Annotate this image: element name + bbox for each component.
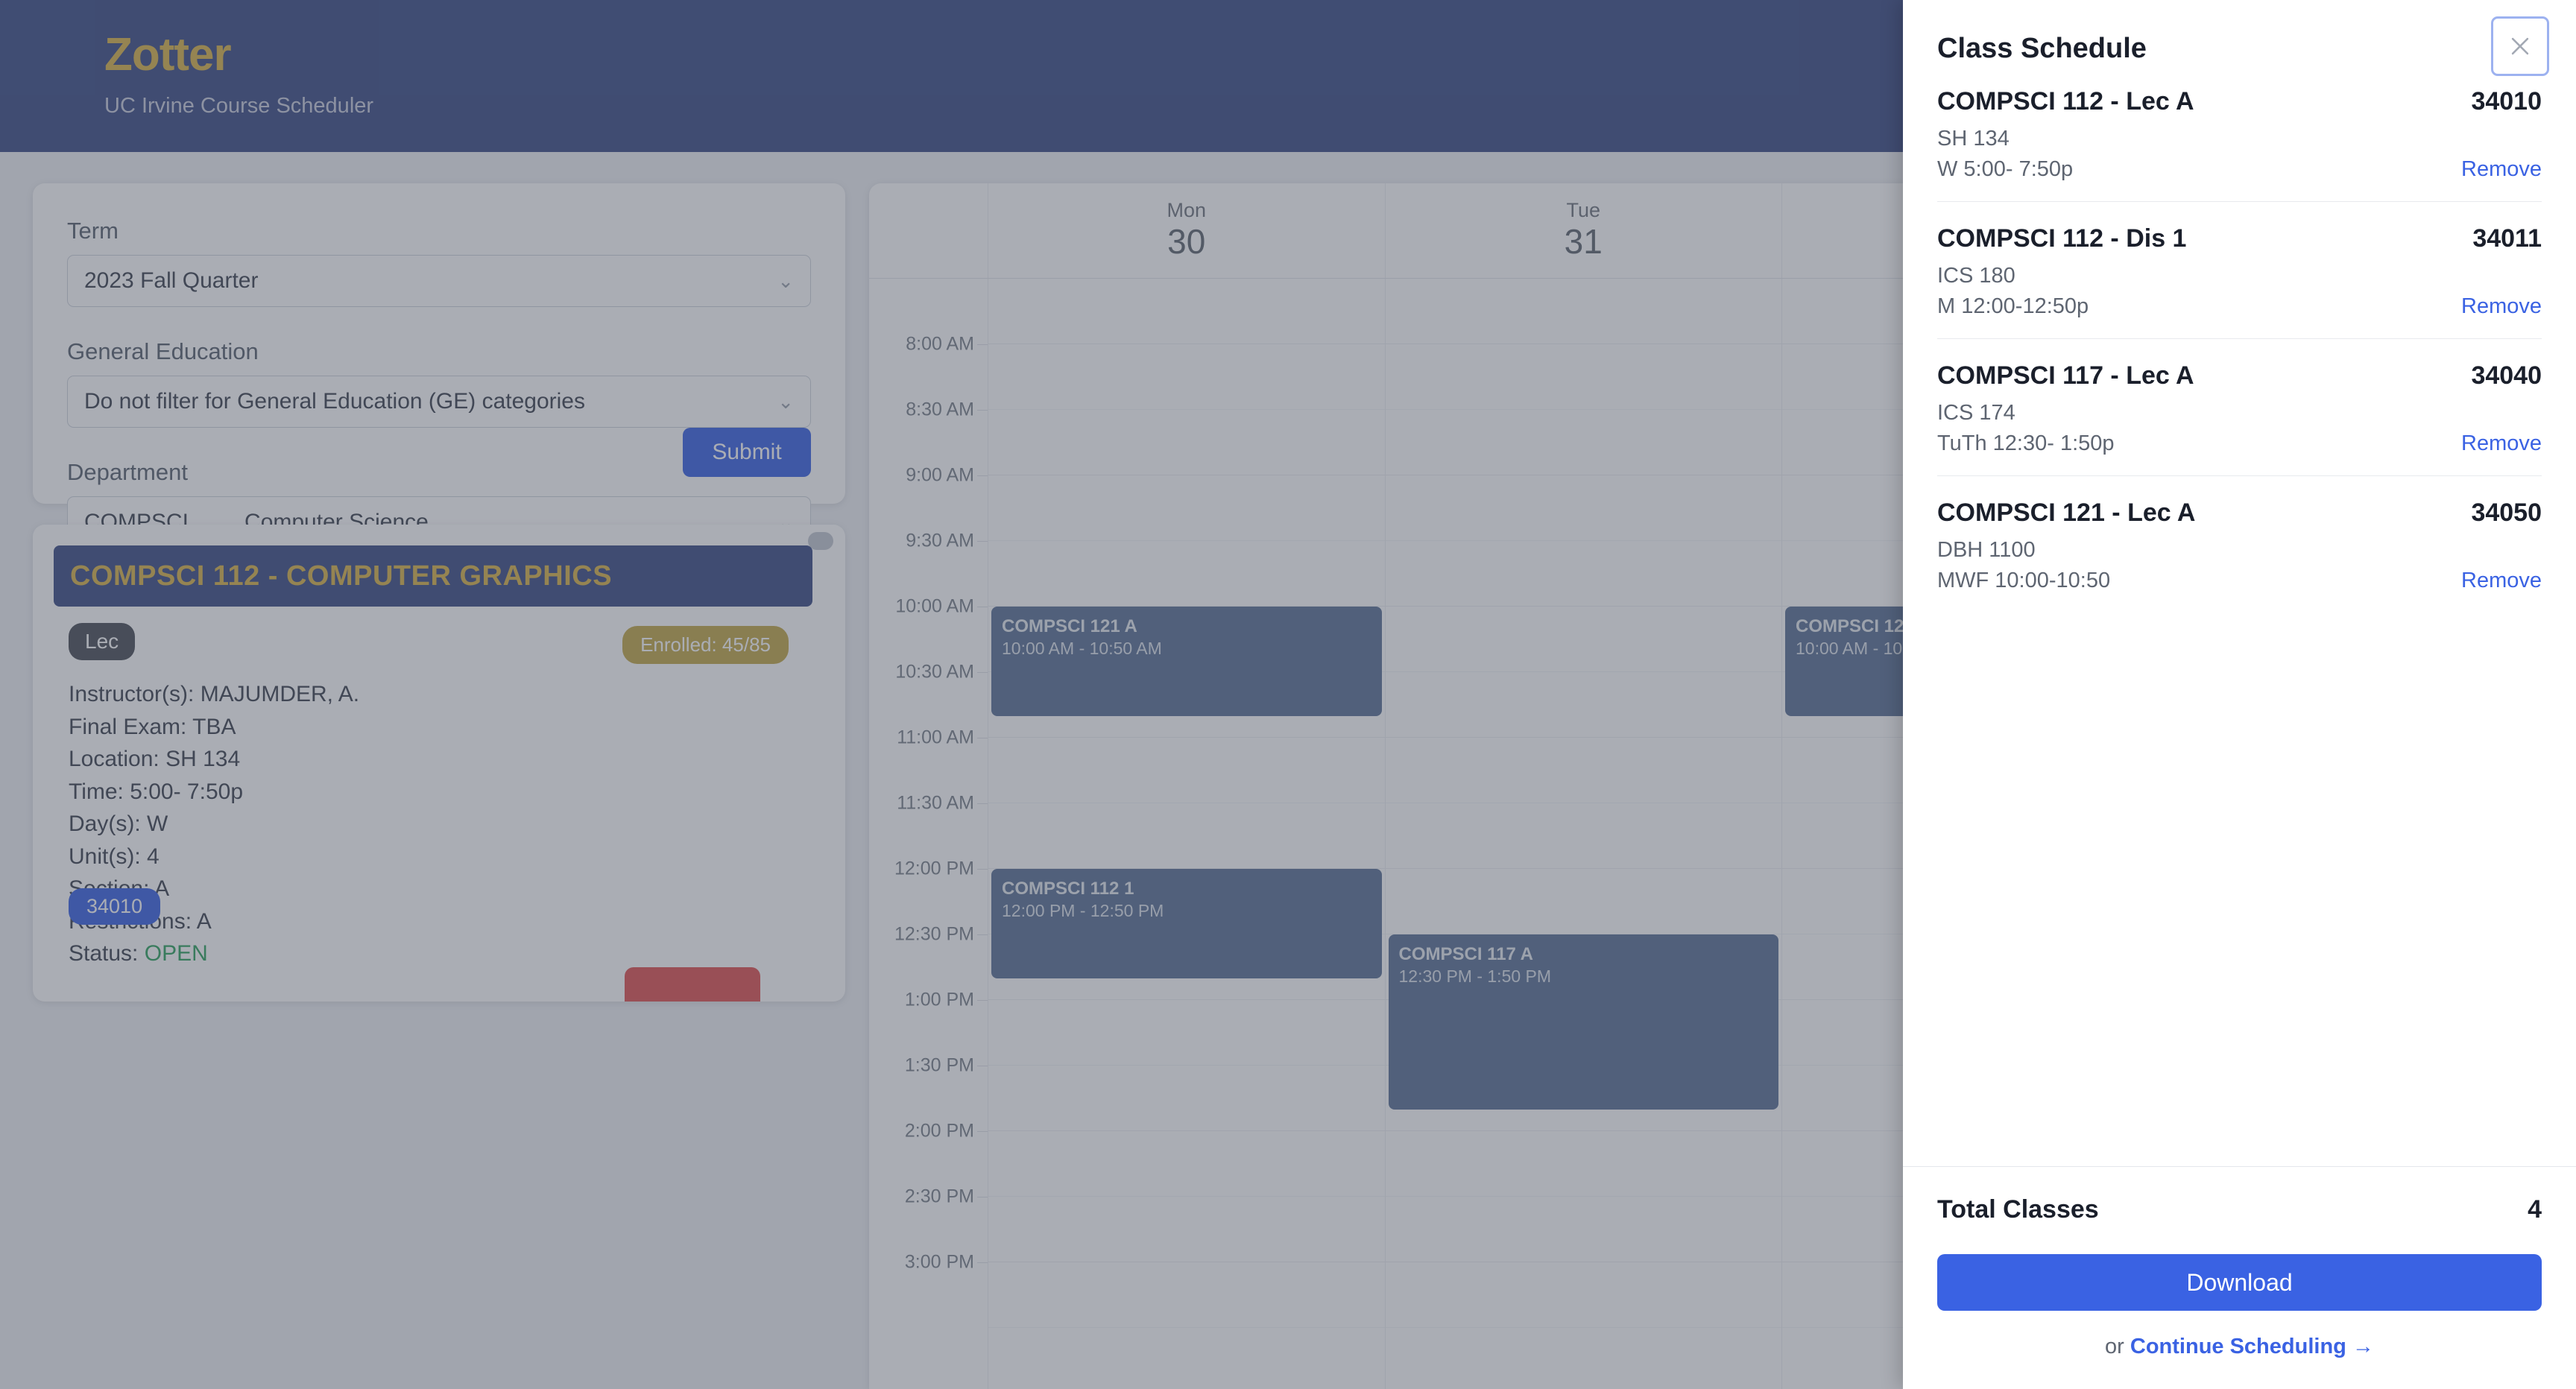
class-item-code: 34050 xyxy=(2471,499,2542,527)
class-item-location: SH 134 xyxy=(1937,127,2010,151)
class-item-name: COMPSCI 121 - Lec A xyxy=(1937,499,2196,527)
class-item-header: COMPSCI 117 - Lec A 34040 xyxy=(1937,361,2542,390)
download-button[interactable]: Download xyxy=(1937,1254,2542,1311)
class-list-item: COMPSCI 112 - Lec A 34010 SH 134 W 5:00- 7:… xyxy=(1937,65,2542,202)
class-item-time: M 12:00-12:50p xyxy=(1937,294,2089,318)
class-item-name: COMPSCI 112 - Lec A xyxy=(1937,87,2194,116)
class-item-footer: M 12:00-12:50p Remove xyxy=(1937,294,2542,319)
class-item-footer: W 5:00- 7:50p Remove xyxy=(1937,157,2542,182)
class-item-location: ICS 180 xyxy=(1937,264,2015,288)
panel-footer: Total Classes 4 Download or Continue Sch… xyxy=(1903,1166,2576,1389)
class-list-item: COMPSCI 121 - Lec A 34050 DBH 1100 MWF 10:0… xyxy=(1937,476,2542,613)
class-item-remove-link[interactable]: Remove xyxy=(2461,431,2542,456)
continue-prefix: or xyxy=(2105,1335,2130,1358)
class-list-item: COMPSCI 117 - Lec A 34040 ICS 174 TuTh 12:3… xyxy=(1937,339,2542,476)
class-item-location: ICS 174 xyxy=(1937,401,2015,425)
class-item-time: TuTh 12:30- 1:50p xyxy=(1937,431,2115,455)
class-item-footer: TuTh 12:30- 1:50p Remove xyxy=(1937,431,2542,456)
total-classes-row: Total Classes 4 xyxy=(1937,1195,2542,1224)
continue-scheduling-link[interactable]: Continue Scheduling → xyxy=(2130,1335,2374,1358)
total-classes-value: 4 xyxy=(2528,1195,2542,1224)
close-icon xyxy=(2511,37,2529,55)
class-item-remove-link[interactable]: Remove xyxy=(2461,569,2542,593)
class-item-time: MWF 10:00-10:50 xyxy=(1937,569,2111,592)
class-item-name: COMPSCI 112 - Dis 1 xyxy=(1937,224,2187,253)
close-panel-button[interactable] xyxy=(2491,16,2549,76)
class-item-time: W 5:00- 7:50p xyxy=(1937,157,2074,181)
class-item-remove-link[interactable]: Remove xyxy=(2461,294,2542,319)
class-item-footer: MWF 10:00-10:50 Remove xyxy=(1937,569,2542,593)
class-item-header: COMPSCI 121 - Lec A 34050 xyxy=(1937,499,2542,528)
class-item-code: 34010 xyxy=(2471,87,2542,116)
panel-title: Class Schedule xyxy=(1937,33,2147,64)
total-classes-label: Total Classes xyxy=(1937,1195,2099,1224)
class-item-remove-link[interactable]: Remove xyxy=(2461,157,2542,182)
class-item-location: DBH 1100 xyxy=(1937,538,2036,562)
class-item-header: COMPSCI 112 - Dis 1 34011 xyxy=(1937,224,2542,253)
class-list: COMPSCI 112 - Lec A 34010 SH 134 W 5:00- 7:… xyxy=(1903,65,2576,1166)
class-list-item: COMPSCI 112 - Dis 1 34011 ICS 180 M 12:00-1… xyxy=(1937,202,2542,339)
class-schedule-panel: Class Schedule COMPSCI 112 - Lec A 34010 S… xyxy=(1903,0,2576,1389)
class-item-code: 34040 xyxy=(2471,361,2542,390)
class-item-header: COMPSCI 112 - Lec A 34010 xyxy=(1937,87,2542,116)
class-item-name: COMPSCI 117 - Lec A xyxy=(1937,361,2194,390)
continue-scheduling-row: or Continue Scheduling → xyxy=(1937,1335,2542,1359)
class-item-code: 34011 xyxy=(2472,224,2542,253)
panel-header: Class Schedule xyxy=(1903,0,2576,76)
